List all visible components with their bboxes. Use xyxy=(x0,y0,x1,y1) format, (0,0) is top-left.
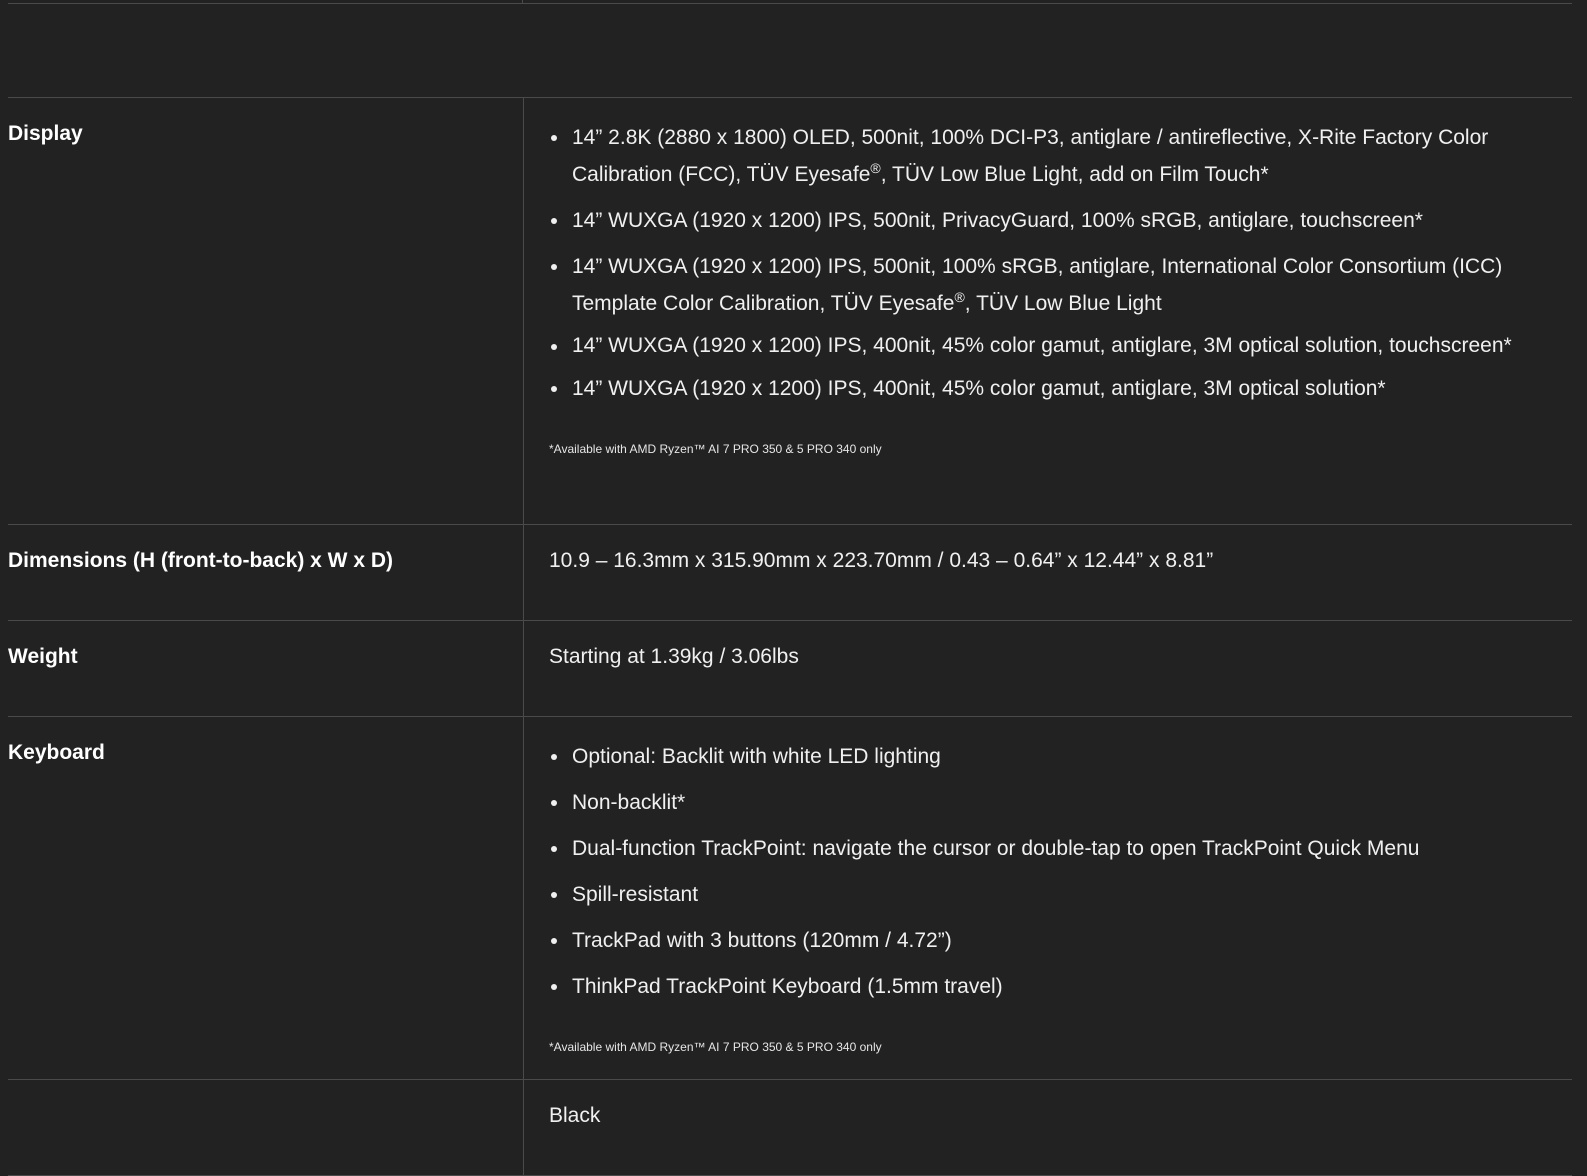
list-item: 14” WUXGA (1920 x 1200) IPS, 400nit, 45%… xyxy=(549,370,1552,407)
spec-row-display: Display 14” 2.8K (2880 x 1800) OLED, 500… xyxy=(8,97,1573,525)
spec-row-dimensions: Dimensions (H (front-to-back) x W x D) 1… xyxy=(8,524,1572,621)
spec-value: Optional: Backlit with white LED lightin… xyxy=(524,717,1573,1080)
spec-label: Weight xyxy=(8,620,524,717)
display-options-list: 14” 2.8K (2880 x 1800) OLED, 500nit, 100… xyxy=(549,119,1552,407)
footnote: *Available with AMD Ryzen™ AI 7 PRO 350 … xyxy=(549,442,882,456)
list-item: Spill-resistant xyxy=(549,876,1552,913)
spec-row-weight: Weight Starting at 1.39kg / 3.06lbs xyxy=(8,620,1572,717)
spec-value: Starting at 1.39kg / 3.06lbs xyxy=(549,645,799,668)
column-divider xyxy=(522,0,523,4)
spec-row-keyboard: Keyboard Optional: Backlit with white LE… xyxy=(8,716,1573,1080)
spec-value: Black xyxy=(549,1104,601,1127)
list-item: ThinkPad TrackPoint Keyboard (1.5mm trav… xyxy=(549,968,1552,1005)
spec-label: Display xyxy=(8,97,524,525)
list-item: TrackPad with 3 buttons (120mm / 4.72”) xyxy=(549,922,1552,959)
spec-row-color: Black xyxy=(8,1079,1572,1176)
list-item: 14” 2.8K (2880 x 1800) OLED, 500nit, 100… xyxy=(549,119,1552,193)
spec-value: 14” 2.8K (2880 x 1800) OLED, 500nit, 100… xyxy=(524,98,1573,525)
list-item: Dual-function TrackPoint: navigate the c… xyxy=(549,830,1552,867)
spec-table: Display 14” 2.8K (2880 x 1800) OLED, 500… xyxy=(8,97,1572,1176)
spec-label xyxy=(8,1079,524,1176)
previous-row-edge xyxy=(8,0,1572,4)
footnote: *Available with AMD Ryzen™ AI 7 PRO 350 … xyxy=(549,1040,882,1054)
list-item: Optional: Backlit with white LED lightin… xyxy=(549,738,1552,775)
list-item: Non-backlit* xyxy=(549,784,1552,821)
spec-label: Dimensions (H (front-to-back) x W x D) xyxy=(8,524,524,621)
spec-value: 10.9 – 16.3mm x 315.90mm x 223.70mm / 0.… xyxy=(549,549,1214,572)
section-header xyxy=(8,40,308,80)
list-item: 14” WUXGA (1920 x 1200) IPS, 500nit, 100… xyxy=(549,248,1552,322)
keyboard-features-list: Optional: Backlit with white LED lightin… xyxy=(549,738,1552,1005)
spec-label: Keyboard xyxy=(8,716,524,1080)
list-item: 14” WUXGA (1920 x 1200) IPS, 500nit, Pri… xyxy=(549,202,1552,239)
list-item: 14” WUXGA (1920 x 1200) IPS, 400nit, 45%… xyxy=(549,331,1552,361)
